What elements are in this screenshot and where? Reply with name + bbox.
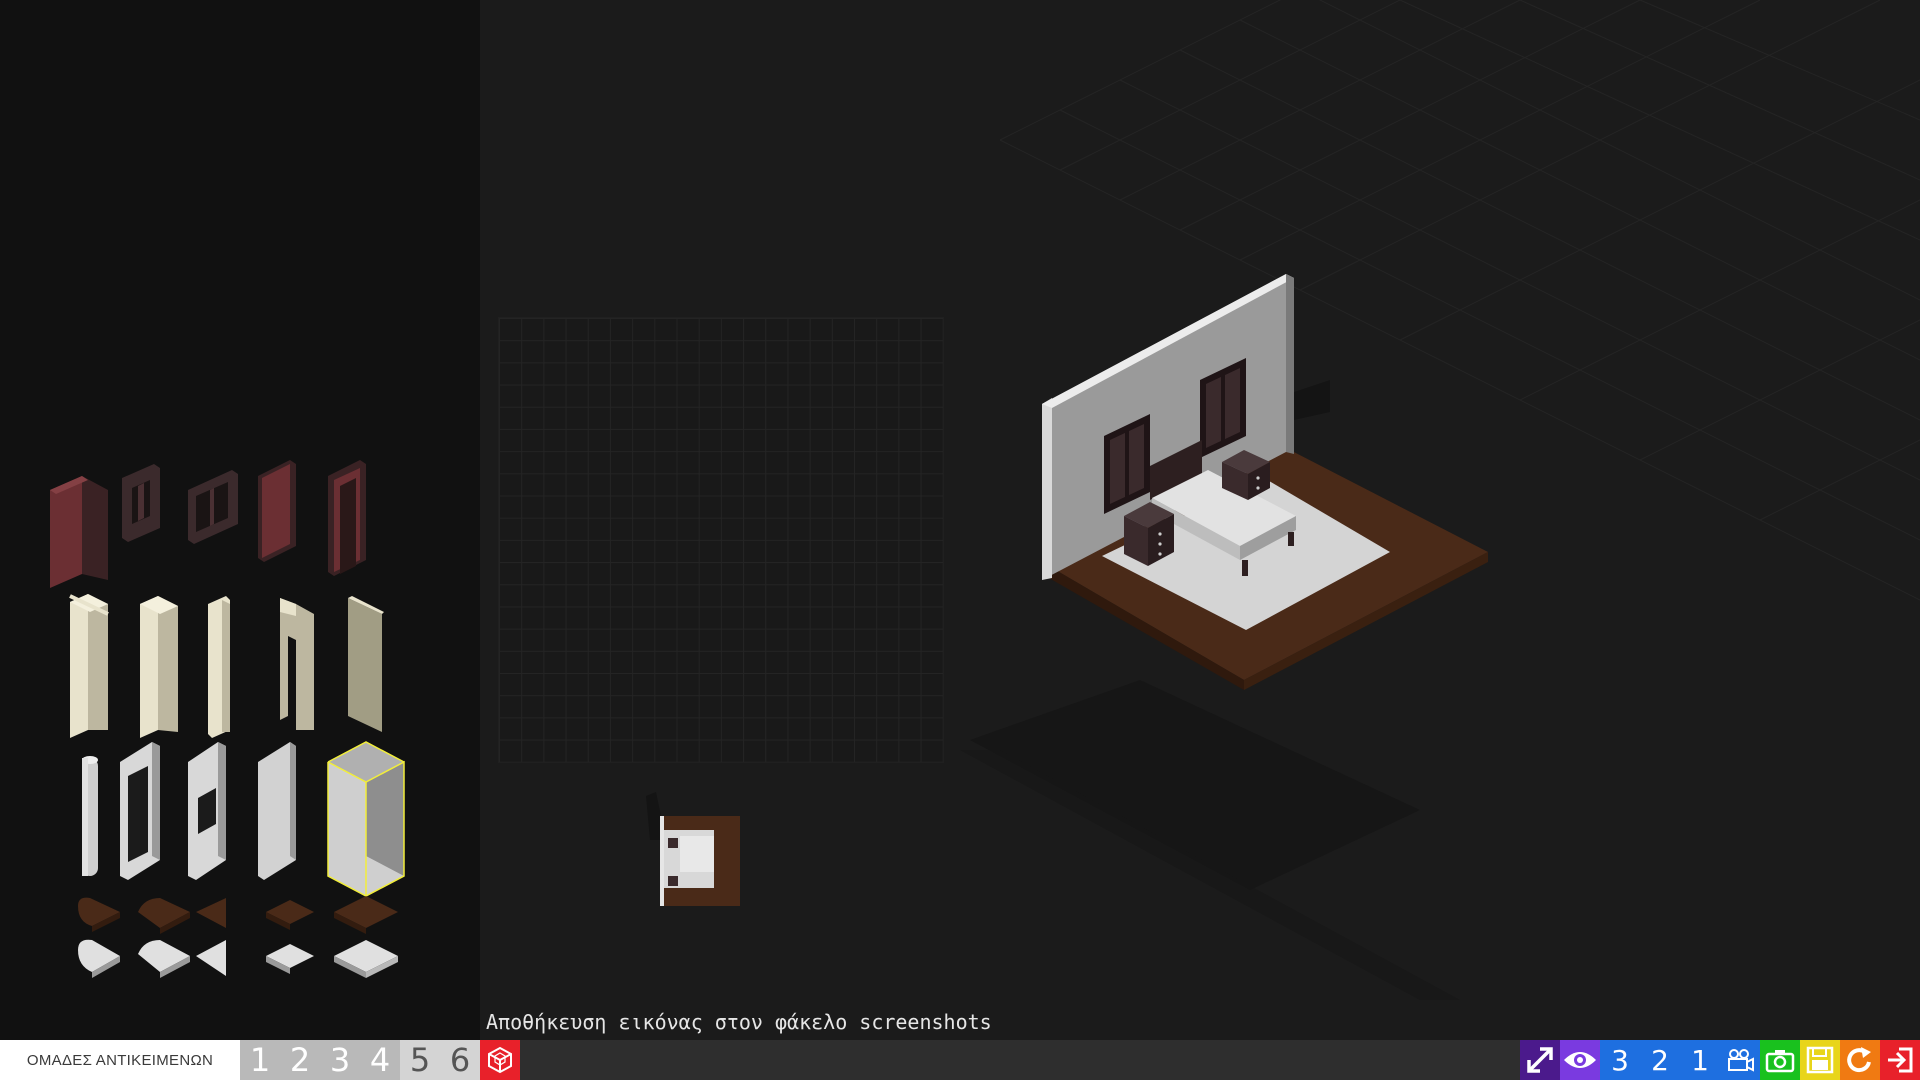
palette-item-door-closed[interactable]	[258, 460, 296, 562]
refresh-icon	[1847, 1047, 1871, 1073]
palette-item-window-double[interactable]	[188, 470, 238, 544]
palette-item-floor-wood-triangle[interactable]	[196, 898, 226, 928]
palette-item-panel-window-tall[interactable]	[120, 742, 160, 880]
minimap-wall	[660, 816, 664, 906]
view-3-button[interactable]: 3	[1600, 1040, 1640, 1080]
palette-item-door-open[interactable]	[50, 476, 108, 588]
minimap-bed	[680, 836, 714, 872]
palette-item-floor-white-round-2[interactable]	[138, 940, 190, 978]
visibility-button[interactable]	[1560, 1040, 1600, 1080]
object-palette-panel	[0, 0, 480, 1040]
palette-item-floor-white-round[interactable]	[78, 939, 120, 978]
palette-item-wall-doorway[interactable]	[280, 598, 314, 730]
palette-item-floor-white-triangle[interactable]	[196, 940, 226, 976]
object-groups-label: ΟΜΑΔΕΣ ΑΝΤΙΚΕΙΜΕΝΩΝ	[0, 1040, 240, 1080]
palette-item-window-single[interactable]	[122, 464, 160, 542]
topdown-grid-view[interactable]	[498, 317, 944, 763]
minimap-nightstand-top	[668, 838, 678, 848]
minimap-nightstand-bottom	[668, 876, 678, 886]
palette-item-floor-wood-half[interactable]	[266, 900, 314, 930]
view-1-button[interactable]: 1	[1680, 1040, 1720, 1080]
palette-item-floor-wood-round[interactable]	[78, 897, 120, 932]
eye-icon	[1564, 1052, 1596, 1068]
exit-button[interactable]	[1880, 1040, 1920, 1080]
photo-camera-icon	[1765, 1050, 1795, 1073]
group-tab-6[interactable]: 6	[440, 1040, 480, 1080]
floppy-disk-icon	[1806, 1046, 1834, 1074]
exit-icon	[1888, 1047, 1913, 1073]
palette-items	[50, 460, 405, 978]
status-message: Αποθήκευση εικόνας στον φάκελο screensho…	[486, 1010, 992, 1034]
cube-icon	[488, 1046, 512, 1074]
fullscreen-arrows-icon	[1527, 1047, 1553, 1073]
palette-item-wall-solid[interactable]	[348, 596, 384, 732]
palette-item-panel-solid[interactable]	[258, 742, 296, 880]
minimap-preview[interactable]	[640, 780, 750, 910]
wall-shadow	[1294, 380, 1330, 420]
palette-item-box-selected[interactable]	[327, 741, 405, 897]
group-tab-4[interactable]: 4	[360, 1040, 400, 1080]
group-tab-3[interactable]: 3	[320, 1040, 360, 1080]
camera-view-button[interactable]	[1720, 1040, 1760, 1080]
fullscreen-button[interactable]	[1520, 1040, 1560, 1080]
palette-item-panel-window-small[interactable]	[188, 742, 226, 880]
palette-item-door-frame[interactable]	[328, 460, 366, 576]
palette-item-column[interactable]	[82, 756, 98, 876]
group-tab-1[interactable]: 1	[240, 1040, 280, 1080]
palette-item-wall-half[interactable]	[208, 596, 230, 738]
palette-item-wall-corner-l[interactable]	[140, 596, 178, 738]
palette-item-floor-white-half[interactable]	[266, 944, 314, 974]
view-2-button[interactable]: 2	[1640, 1040, 1680, 1080]
reset-button[interactable]	[1840, 1040, 1880, 1080]
screenshot-button[interactable]	[1760, 1040, 1800, 1080]
palette-item-floor-wood-full[interactable]	[334, 896, 398, 934]
bottom-toolbar: ΟΜΑΔΕΣ ΑΝΤΙΚΕΙΜΕΝΩΝ 1 2 3 4 5 6 3 2 1	[0, 1040, 1920, 1080]
save-button[interactable]	[1800, 1040, 1840, 1080]
palette-item-floor-white-full[interactable]	[334, 940, 398, 978]
cube-logo-button[interactable]	[480, 1040, 520, 1080]
palette-item-wall-corner-x[interactable]	[69, 594, 109, 738]
video-camera-icon	[1728, 1049, 1754, 1072]
palette-item-floor-wood-round-2[interactable]	[138, 898, 190, 934]
group-tab-5[interactable]: 5	[400, 1040, 440, 1080]
group-tab-2[interactable]: 2	[280, 1040, 320, 1080]
